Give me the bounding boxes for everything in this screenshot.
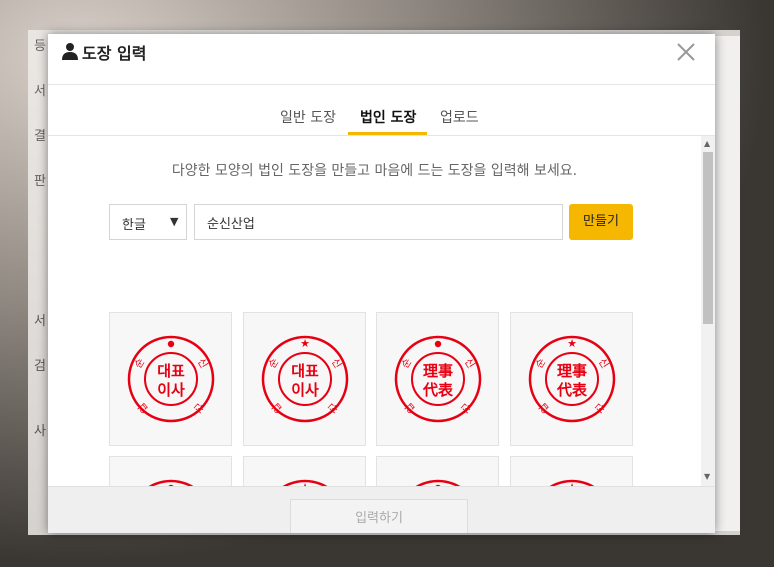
modal-content: 다양한 모양의 법인 도장을 만들고 마음에 드는 도장을 입력해 보세요. 한… (48, 136, 701, 486)
tab-corporate-stamp[interactable]: 법인 도장 (360, 107, 416, 127)
stamp-option-card[interactable]: ★순신산업理事代表 (510, 456, 633, 486)
stamp-name-input[interactable] (194, 204, 563, 240)
background-fragment: 판 (34, 174, 46, 189)
user-icon (62, 43, 78, 60)
modal-header: 도장 입력 (48, 34, 715, 85)
background-fragment: 결 (34, 129, 46, 144)
corporate-stamp-image: ★순신산업대표이사 (261, 335, 349, 423)
dot-icon (167, 340, 175, 348)
stamp-ring-char: 산 (592, 400, 607, 415)
stamp-option-card[interactable]: 순신산업理事代表 (376, 456, 499, 486)
stamp-center-text: 理事 (423, 362, 453, 380)
background-fragment: 서 (34, 84, 46, 99)
background-fragment: 등 (34, 39, 46, 54)
background-fragment: 검 (34, 359, 46, 374)
background-side-panel (714, 36, 740, 531)
corporate-stamp-image: 순신산업理事代表 (415, 479, 461, 486)
scrollbar-thumb[interactable] (703, 152, 713, 324)
stamp-center-text: 代表 (556, 381, 588, 399)
description-text: 다양한 모양의 법인 도장을 만들고 마음에 드는 도장을 입력해 보세요. (171, 163, 578, 179)
dot-icon (434, 340, 442, 348)
language-select-value: 한글 (122, 218, 146, 233)
stamp-option-card[interactable]: 순신산업대표이사 (109, 456, 232, 486)
stamp-ring-char: 산 (325, 400, 340, 415)
stamp-type-tabs: 일반 도장 법인 도장 업로드 (48, 85, 715, 136)
close-icon[interactable] (674, 40, 698, 64)
background-fragment: 서 (34, 314, 46, 329)
stamp-option-card[interactable]: ★순신산업대표이사 (243, 312, 366, 446)
active-tab-indicator (348, 132, 427, 135)
scroll-up-icon[interactable]: ▲ (704, 139, 710, 148)
stamp-center-text: 理事 (557, 362, 587, 380)
stamp-option-card[interactable]: 순신산업理事代表 (376, 312, 499, 446)
corporate-stamp-image: ★순신산업理事代表 (528, 335, 616, 423)
corporate-stamp-image: ★순신산업대표이사 (282, 479, 328, 486)
stamp-center-text: 代表 (422, 381, 454, 399)
corporate-stamp-image: 순신산업理事代表 (394, 335, 482, 423)
stamp-option-card[interactable]: ★순신산업대표이사 (243, 456, 366, 486)
corporate-stamp-image: ★순신산업理事代表 (549, 479, 595, 486)
stamp-option-card[interactable]: ★순신산업理事代表 (510, 312, 633, 446)
corporate-stamp-image: 순신산업대표이사 (148, 479, 194, 486)
language-select[interactable]: 한글 ▼ (109, 204, 187, 240)
star-icon: ★ (300, 337, 310, 350)
stamp-option-card[interactable]: 순신산업대표이사 (109, 312, 232, 446)
triangle-down-icon: ▼ (170, 215, 179, 228)
tab-general-stamp[interactable]: 일반 도장 (280, 107, 336, 127)
stamp-center-text: 대표 (291, 362, 319, 380)
scroll-down-icon[interactable]: ▼ (704, 472, 710, 481)
stamp-input-modal: 도장 입력 일반 도장 법인 도장 업로드 다양한 모양의 법인 도장을 만들고… (48, 34, 715, 533)
star-icon: ★ (567, 337, 577, 350)
modal-footer: 입력하기 (48, 486, 715, 533)
stamp-ring-char: 산 (458, 400, 473, 415)
make-button[interactable]: 만들기 (569, 204, 633, 240)
tab-upload[interactable]: 업로드 (440, 107, 479, 127)
stamp-center-text: 이사 (291, 381, 319, 399)
stamp-center-text: 이사 (157, 381, 185, 399)
background-fragment: 사 (34, 424, 46, 439)
corporate-stamp-image: 순신산업대표이사 (127, 335, 215, 423)
stamp-center-text: 대표 (157, 362, 185, 380)
modal-title: 도장 입력 (82, 44, 147, 63)
submit-button[interactable]: 입력하기 (290, 499, 468, 533)
scrollbar[interactable]: ▲ ▼ (701, 136, 715, 486)
stamp-ring-char: 산 (191, 400, 206, 415)
